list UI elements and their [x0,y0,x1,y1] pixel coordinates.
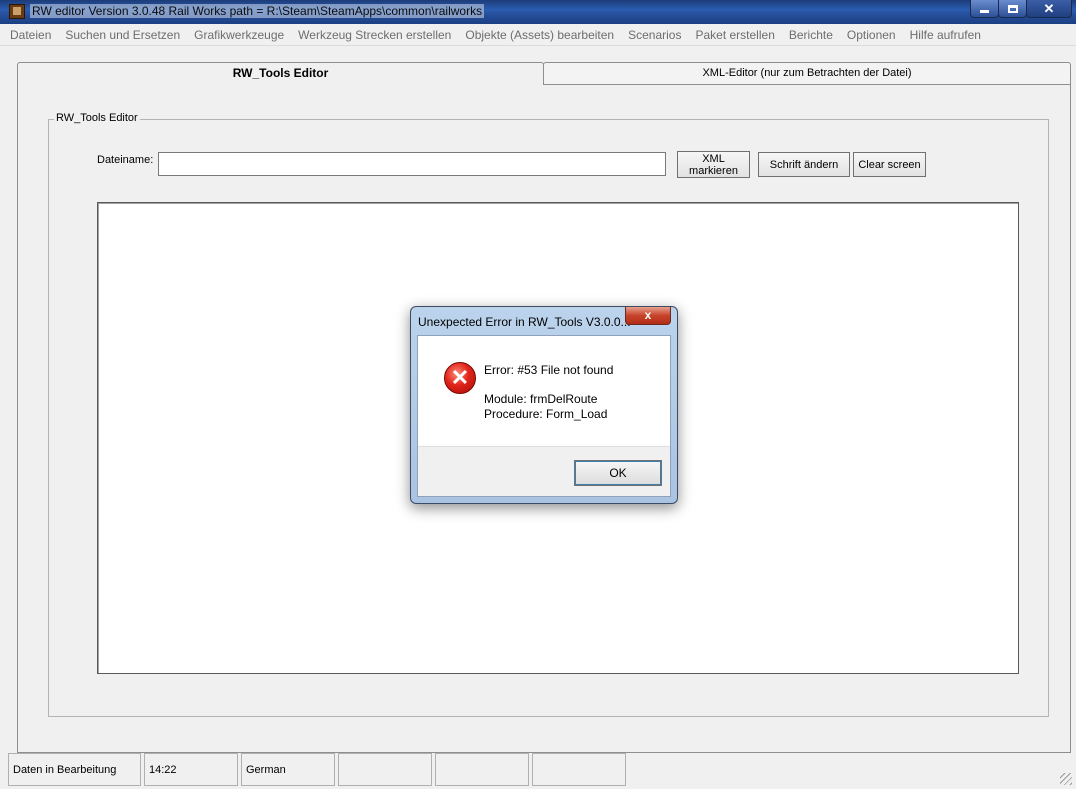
maximize-button[interactable] [998,0,1027,18]
xml-mark-label-2: markieren [689,164,738,177]
app-icon[interactable] [9,4,25,19]
close-button[interactable]: ✕ [1026,0,1072,18]
minimize-icon [980,10,989,13]
filename-input[interactable] [158,152,666,176]
ok-button[interactable]: OK [574,460,662,486]
clear-screen-button[interactable]: Clear screen [853,152,926,177]
error-procedure: Procedure: Form_Load [484,407,608,421]
error-module: Module: frmDelRoute [484,392,598,406]
menu-werkzeug-strecken[interactable]: Werkzeug Strecken erstellen [298,28,451,42]
status-panel-state: Daten in Bearbeitung [8,753,141,786]
status-panel-empty-1 [338,753,432,786]
error-dialog: Unexpected Error in RW_Tools V3.0.0... x… [410,306,678,504]
group-legend: RW_Tools Editor [54,112,140,124]
close-icon: x [644,308,652,322]
menu-hilfe[interactable]: Hilfe aufrufen [910,28,981,42]
tab-xml-editor[interactable]: XML-Editor (nur zum Betrachten der Datei… [543,62,1071,84]
resize-grip[interactable] [1060,773,1072,785]
dialog-body: ✕ Error: #53 File not found Module: frmD… [417,335,671,497]
xml-mark-button[interactable]: XML markieren [677,151,750,178]
menu-paket-erstellen[interactable]: Paket erstellen [695,28,774,42]
menu-optionen[interactable]: Optionen [847,28,896,42]
status-panel-time: 14:22 [144,753,238,786]
status-bar: Daten in Bearbeitung 14:22 German [0,753,1076,789]
menu-bar: Dateien Suchen und Ersetzen Grafikwerkze… [0,24,1076,46]
menu-berichte[interactable]: Berichte [789,28,833,42]
dialog-close-button[interactable]: x [625,307,671,325]
status-panel-language: German [241,753,335,786]
menu-scenarios[interactable]: Scenarios [628,28,681,42]
tab-rw-tools-editor[interactable]: RW_Tools Editor [17,62,544,85]
menu-objekte-bearbeiten[interactable]: Objekte (Assets) bearbeiten [465,28,614,42]
minimize-button[interactable] [970,0,999,18]
filename-label: Dateiname: [97,154,154,166]
error-message: Error: #53 File not found [484,363,614,377]
menu-dateien[interactable]: Dateien [10,28,51,42]
status-panel-empty-2 [435,753,529,786]
title-bar: RW editor Version 3.0.48 Rail Works path… [0,0,1076,24]
menu-grafikwerkzeuge[interactable]: Grafikwerkzeuge [194,28,284,42]
window-title: RW editor Version 3.0.48 Rail Works path… [30,4,485,18]
menu-suchen-ersetzen[interactable]: Suchen und Ersetzen [65,28,180,42]
dialog-title: Unexpected Error in RW_Tools V3.0.0... [418,315,631,329]
error-icon: ✕ [444,362,476,394]
change-font-button[interactable]: Schrift ändern [758,152,850,177]
close-icon: ✕ [1043,0,1055,16]
xml-mark-label-1: XML [702,152,725,165]
status-panel-empty-3 [532,753,626,786]
maximize-icon [1007,4,1018,13]
